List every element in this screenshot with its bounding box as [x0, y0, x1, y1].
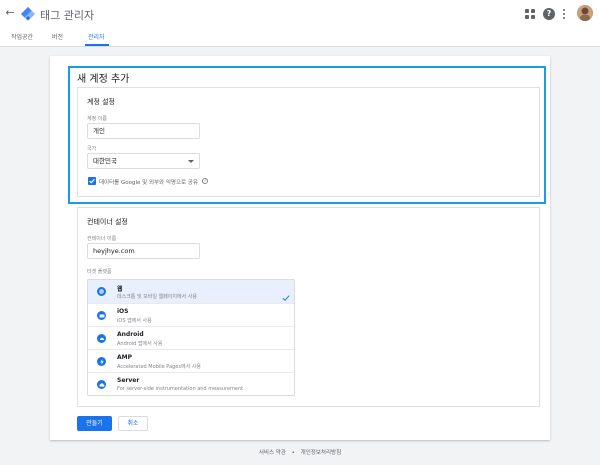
terms-link[interactable]: 서비스 약관 [259, 448, 286, 456]
tab-versions[interactable]: 버전 [52, 32, 63, 41]
create-button[interactable]: 만들기 [77, 416, 112, 431]
more-vert-icon[interactable] [561, 8, 567, 20]
platform-desc: Accelerated Mobile Pages에서 사용 [117, 364, 201, 370]
platform-option-android[interactable]: Android Android 앱에서 사용 [88, 326, 294, 349]
platform-name: AMP [117, 354, 133, 361]
container-settings-title: 컨테이너 설정 [87, 218, 128, 226]
container-name-field[interactable]: heyjhye.com [87, 243, 200, 259]
privacy-link[interactable]: 개인정보처리방침 [301, 448, 341, 456]
tab-workspace[interactable]: 작업공간 [11, 32, 33, 41]
footer: 서비스 약관 • 개인정보처리방침 [0, 448, 600, 456]
platform-list: 웹 데스크톱 및 모바일 웹페이지에서 사용 iOS iOS 앱에서 사용 An… [87, 279, 295, 396]
back-arrow-icon[interactable]: ← [3, 6, 17, 20]
container-name-label: 컨테이너 이름 [87, 236, 117, 242]
platform-name: iOS [117, 308, 129, 315]
platform-desc: Android 앱에서 사용 [117, 341, 163, 347]
platform-option-web[interactable]: 웹 데스크톱 및 모바일 웹페이지에서 사용 [88, 280, 294, 303]
top-app-bar: ← 태그 관리자 ? [0, 0, 600, 27]
active-tab-indicator [85, 44, 109, 46]
cancel-button[interactable]: 취소 [118, 416, 148, 431]
footer-separator: • [291, 450, 295, 456]
tab-bar: 작업공간 버전 관리자 [0, 27, 600, 47]
amp-icon [97, 357, 106, 366]
server-icon [97, 380, 106, 389]
platform-option-amp[interactable]: AMP Accelerated Mobile Pages에서 사용 [88, 349, 294, 372]
avatar[interactable] [577, 5, 593, 21]
web-icon [97, 287, 106, 296]
apps-grid-icon[interactable] [524, 8, 536, 20]
platform-desc: 데스크톱 및 모바일 웹페이지에서 사용 [117, 294, 197, 300]
check-icon [282, 287, 290, 302]
platform-option-ios[interactable]: iOS iOS 앱에서 사용 [88, 303, 294, 326]
app-title: 태그 관리자 [40, 9, 95, 22]
platform-name: Android [117, 331, 144, 338]
android-icon [97, 334, 106, 343]
target-platform-label: 타겟 플랫폼 [87, 269, 112, 275]
platform-name: 웹 [117, 286, 123, 293]
platform-name: Server [117, 377, 140, 384]
ios-icon [97, 311, 106, 320]
platform-desc: For server-side instrumentation and meas… [117, 386, 244, 392]
platform-desc: iOS 앱에서 사용 [117, 318, 152, 324]
platform-option-server[interactable]: Server For server-side instrumentation a… [88, 372, 294, 395]
highlight-box [68, 66, 546, 204]
tab-admin[interactable]: 관리자 [88, 32, 105, 41]
tag-manager-logo-icon [21, 6, 35, 21]
help-icon[interactable]: ? [543, 8, 555, 20]
